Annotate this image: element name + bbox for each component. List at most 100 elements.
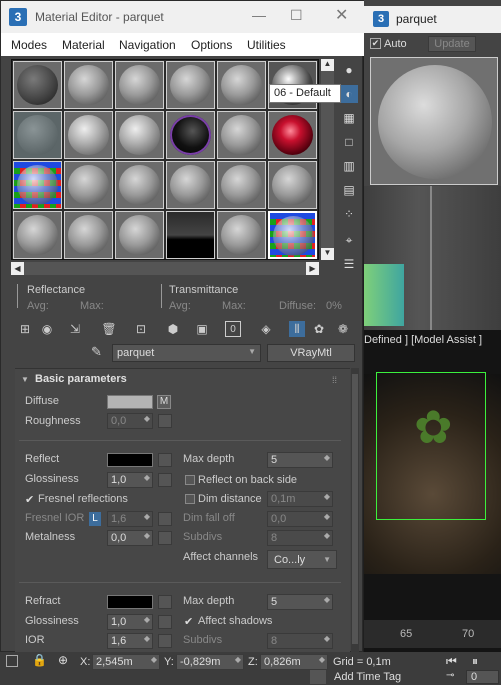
- y-coordinate-field[interactable]: -0,829m ◆: [176, 654, 244, 670]
- x-coordinate-field[interactable]: 2,545m ◆: [92, 654, 160, 670]
- reflect-map-button[interactable]: [158, 453, 172, 467]
- diffuse-color-swatch[interactable]: [107, 395, 153, 409]
- selection-lock-icon[interactable]: [6, 655, 18, 667]
- affect-channels-dropdown[interactable]: Co...ly ▼: [267, 550, 337, 569]
- go-to-start-icon[interactable]: ⏮: [446, 654, 457, 669]
- refract-glossiness-map-button[interactable]: [158, 615, 172, 629]
- roughness-spinner[interactable]: 0,0 ◆: [107, 413, 153, 429]
- minimize-icon[interactable]: —: [252, 7, 266, 23]
- dim-distance-checkbox[interactable]: [185, 494, 195, 504]
- sample-slot[interactable]: [64, 161, 113, 209]
- go-to-parent-icon[interactable]: ✿: [311, 321, 327, 337]
- viewport[interactable]: Defined ] [Model Assist ] ✿ 65 70: [364, 330, 501, 652]
- fresnel-ior-map-button[interactable]: [158, 512, 172, 526]
- rollout-collapse-icon[interactable]: ▼: [21, 375, 29, 384]
- put-to-scene-icon[interactable]: ◉: [39, 321, 55, 337]
- menu-material[interactable]: Material: [62, 38, 105, 52]
- options-icon[interactable]: ⁘: [340, 205, 358, 223]
- sample-slot[interactable]: [13, 61, 62, 109]
- refract-glossiness-spinner[interactable]: 1,0 ◆: [107, 614, 153, 630]
- material-id-icon[interactable]: ▣: [194, 321, 210, 337]
- sample-slot[interactable]: [64, 111, 113, 159]
- make-preview-icon[interactable]: ▤: [340, 181, 358, 199]
- menu-options[interactable]: Options: [191, 38, 232, 52]
- affect-shadows-label[interactable]: Affect shadows: [198, 615, 272, 627]
- scroll-left-icon[interactable]: ◀: [11, 262, 24, 275]
- glossiness-map-button[interactable]: [158, 473, 172, 487]
- glossiness-spinner[interactable]: 1,0 ◆: [107, 472, 153, 488]
- get-material-icon[interactable]: ⊞: [17, 321, 33, 337]
- rollout-grip-icon[interactable]: ⁞⁞: [332, 375, 337, 385]
- absolute-mode-icon[interactable]: ⊕: [58, 653, 68, 667]
- sample-slot[interactable]: [166, 111, 215, 159]
- affect-shadows-checkbox-check[interactable]: ✔: [184, 615, 193, 628]
- show-map-icon[interactable]: ◈: [258, 321, 274, 337]
- sample-slot[interactable]: [13, 111, 62, 159]
- reflect-color-swatch[interactable]: [107, 453, 153, 467]
- menu-navigation[interactable]: Navigation: [119, 38, 176, 52]
- sample-type-sphere-icon[interactable]: ●: [340, 61, 358, 79]
- dim-distance-label[interactable]: Dim distance: [198, 493, 262, 505]
- refract-max-depth-spinner[interactable]: 5 ◆: [267, 594, 333, 610]
- diffuse-map-button[interactable]: M: [157, 395, 171, 409]
- backlight-icon[interactable]: ◐: [340, 85, 358, 103]
- metalness-spinner[interactable]: 0,0 ◆: [107, 530, 153, 546]
- auto-checkbox[interactable]: ✔: [370, 38, 381, 49]
- ior-map-button[interactable]: [158, 634, 172, 648]
- fresnel-checkbox-check[interactable]: ✔: [25, 493, 34, 506]
- z-coordinate-field[interactable]: 0,826m ◆: [260, 654, 328, 670]
- sample-slot[interactable]: [217, 211, 266, 259]
- sample-slot[interactable]: [166, 61, 215, 109]
- menu-utilities[interactable]: Utilities: [247, 38, 286, 52]
- sample-slot[interactable]: [64, 211, 113, 259]
- scroll-down-icon[interactable]: ▼: [321, 248, 334, 260]
- fresnel-ior-spinner[interactable]: 1,6 ◆: [107, 511, 153, 527]
- frame-field[interactable]: 0: [466, 670, 499, 684]
- fresnel-label[interactable]: Fresnel reflections: [38, 493, 128, 505]
- ior-spinner[interactable]: 1,6 ◆: [107, 633, 153, 649]
- sample-slot[interactable]: [115, 211, 164, 259]
- material-id-channel-icon[interactable]: 0: [225, 321, 241, 337]
- fresnel-ior-lock-button[interactable]: L: [89, 512, 101, 526]
- sample-uv-tiling-icon[interactable]: □: [340, 133, 358, 151]
- close-icon[interactable]: ✕: [335, 5, 348, 25]
- material-map-navigator-icon[interactable]: ☰: [340, 255, 358, 273]
- reset-delete-icon[interactable]: 🗑: [101, 321, 117, 337]
- assign-to-selection-icon[interactable]: ⇲: [67, 321, 83, 337]
- dim-falloff-spinner[interactable]: 0,0 ◆: [267, 511, 333, 527]
- reflect-back-label[interactable]: Reflect on back side: [198, 474, 297, 486]
- select-by-material-icon[interactable]: ⌖: [340, 231, 358, 249]
- sample-slot[interactable]: [115, 161, 164, 209]
- sample-slot[interactable]: [115, 111, 164, 159]
- reflect-back-checkbox[interactable]: [185, 475, 195, 485]
- refract-color-swatch[interactable]: [107, 595, 153, 609]
- sample-slot[interactable]: [115, 61, 164, 109]
- subdivs-spinner[interactable]: 8 ◆: [267, 530, 333, 546]
- material-name-field[interactable]: parquet ▼: [112, 344, 261, 362]
- viewport-label[interactable]: Defined ] [Model Assist ]: [364, 334, 482, 346]
- sample-slot[interactable]: [217, 61, 266, 109]
- dim-distance-spinner[interactable]: 0,1m ◆: [267, 491, 333, 507]
- sample-slot[interactable]: [64, 61, 113, 109]
- sample-slot[interactable]: [166, 161, 215, 209]
- refract-subdivs-spinner[interactable]: 8 ◆: [267, 633, 333, 649]
- sample-slot[interactable]: [13, 211, 62, 259]
- show-end-result-icon[interactable]: ⫴: [289, 321, 305, 337]
- menu-modes[interactable]: Modes: [11, 38, 47, 52]
- lock-icon[interactable]: 🔒: [32, 653, 47, 667]
- video-color-check-icon[interactable]: ▥: [340, 157, 358, 175]
- previous-frame-icon[interactable]: ⏸: [472, 654, 478, 669]
- slots-horizontal-scrollbar[interactable]: ◀ ▶: [11, 262, 319, 275]
- scroll-thumb[interactable]: [352, 374, 358, 644]
- add-time-tag[interactable]: Add Time Tag: [334, 671, 401, 683]
- eyedropper-icon[interactable]: ✎: [91, 344, 102, 360]
- make-unique-icon[interactable]: ⊡: [133, 321, 149, 337]
- update-button[interactable]: Update: [428, 36, 476, 52]
- refract-map-button[interactable]: [158, 595, 172, 609]
- rollout-title[interactable]: Basic parameters: [35, 373, 127, 385]
- sample-slot[interactable]: [166, 211, 215, 259]
- sample-slot[interactable]: [13, 161, 62, 209]
- time-tag-icon[interactable]: [310, 670, 326, 684]
- scroll-up-icon[interactable]: ▲: [321, 59, 334, 71]
- metalness-map-button[interactable]: [158, 531, 172, 545]
